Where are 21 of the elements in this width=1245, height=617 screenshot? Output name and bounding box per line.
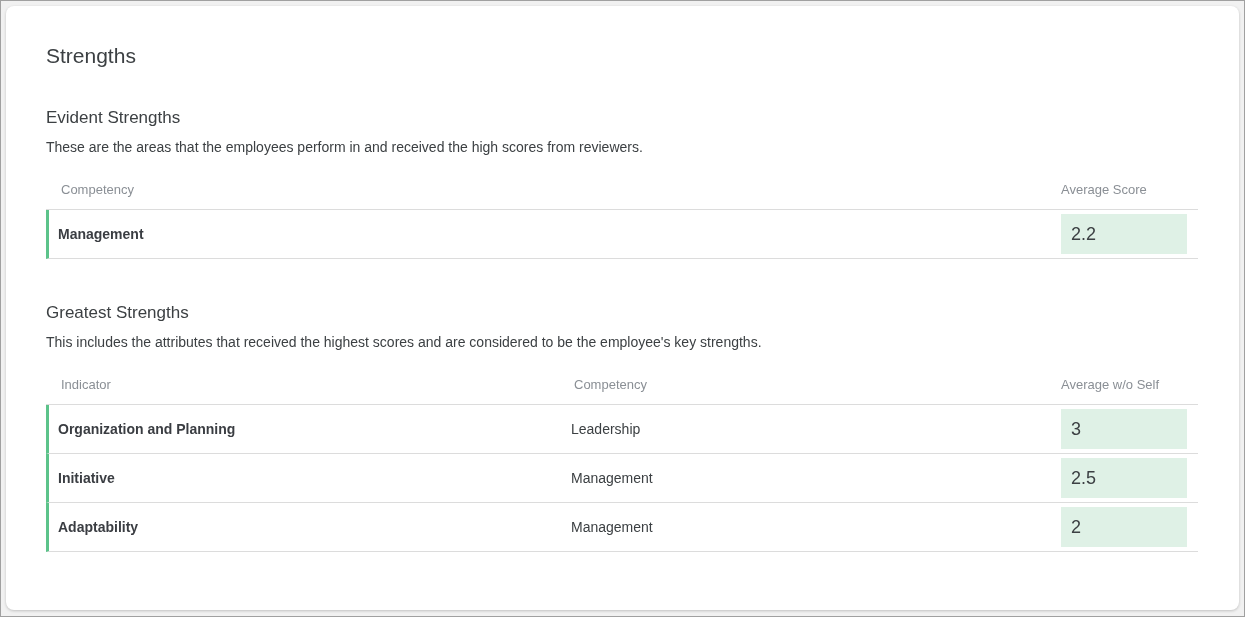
table-cell-text: Management [570, 470, 654, 486]
score-cell: 2.5 [1061, 458, 1187, 498]
table-cell-text: Management [570, 519, 654, 535]
table-cell-text: Leadership [570, 421, 642, 437]
score-cell: 3 [1061, 409, 1187, 449]
score-cell: 2 [1061, 507, 1187, 547]
section-description: This includes the attributes that received the highest scores and are considered to be the employee's key strengths. [46, 333, 763, 351]
table-cell-text: Initiative [58, 470, 116, 486]
column-header: Competency [61, 182, 135, 197]
section-heading: Greatest Strengths [46, 302, 190, 324]
page-title: Strengths [46, 43, 137, 69]
column-header: Indicator [61, 377, 112, 392]
column-header: Competency [573, 377, 648, 392]
column-header: Average Score [1061, 182, 1148, 197]
score-cell: 2.2 [1061, 214, 1187, 254]
section-description: These are the areas that the employees perform in and received the high scores from reviewers. [46, 138, 644, 156]
column-header: Average w/o Self [1061, 377, 1161, 392]
table-cell-text: Management [58, 226, 145, 242]
table-cell-text: Adaptability [58, 519, 140, 535]
section-heading: Evident Strengths [46, 107, 182, 129]
table-cell-text: Organization and Planning [58, 421, 237, 437]
